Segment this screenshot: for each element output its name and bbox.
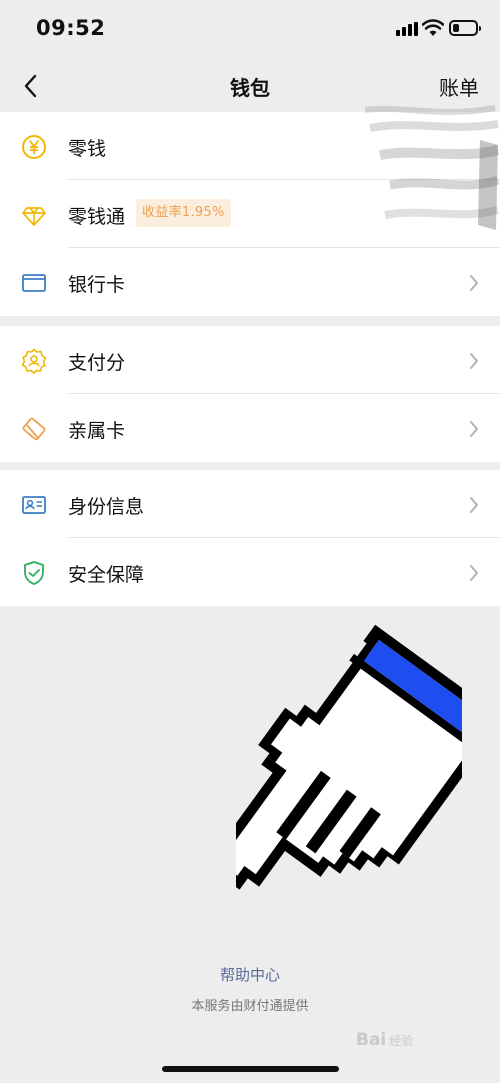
baidu-watermark: Bai 经验 [356,1030,414,1050]
chevron-right-icon [470,275,478,291]
list-item-family-card[interactable]: 亲属卡 [0,394,500,462]
list-item-bank-card[interactable]: 银行卡 [0,248,500,316]
diamond-icon [22,207,46,226]
status-time: 09:52 [36,16,106,40]
score-badge-icon [21,348,47,374]
nav-bar: 钱包 账单 [0,60,500,112]
shield-icon [24,561,44,585]
chevron-right-icon [470,421,478,437]
yuan-coin-icon [22,135,46,159]
status-bar: 09:52 [0,0,500,60]
list-item-identity[interactable]: 身份信息 [0,470,500,538]
battery-icon [449,20,481,36]
family-card-icon [22,417,46,441]
list-item-label: 支付分 [68,352,126,374]
wallet-group-credit: 支付分 亲属卡 [0,326,500,462]
page-title: 钱包 [230,76,270,100]
chevron-right-icon [470,497,478,513]
list-item-security[interactable]: 安全保障 [0,538,500,606]
list-item-label: 零钱 [68,138,107,160]
pointing-hand-cursor-icon [236,624,462,890]
service-provider-note: 本服务由财付通提供 [191,999,309,1014]
list-item-label: 安全保障 [68,564,145,586]
list-item-label: 身份信息 [68,496,145,518]
wallet-group-security: 身份信息 安全保障 [0,470,500,606]
wallet-group-funds: 零钱 零钱通 银行卡 [0,112,500,316]
yield-rate-badge: 收益率1.95% [136,199,231,227]
help-center-link[interactable]: 帮助中心 [0,964,500,985]
bank-card-icon [22,274,46,292]
home-indicator[interactable] [162,1066,339,1072]
list-item-pay-score[interactable]: 支付分 [0,326,500,394]
bill-button[interactable]: 账单 [439,72,479,101]
list-item-label: 银行卡 [68,274,126,296]
id-card-icon [22,496,46,514]
list-item-change-plus[interactable]: 零钱通 [0,180,500,248]
list-item-change[interactable]: 零钱 [0,112,500,180]
wifi-icon [422,19,444,36]
cellular-signal-icon [396,22,418,36]
list-item-label: 零钱通 [68,206,126,228]
chevron-right-icon [470,565,478,581]
chevron-right-icon [470,353,478,369]
list-item-label: 亲属卡 [68,420,126,442]
